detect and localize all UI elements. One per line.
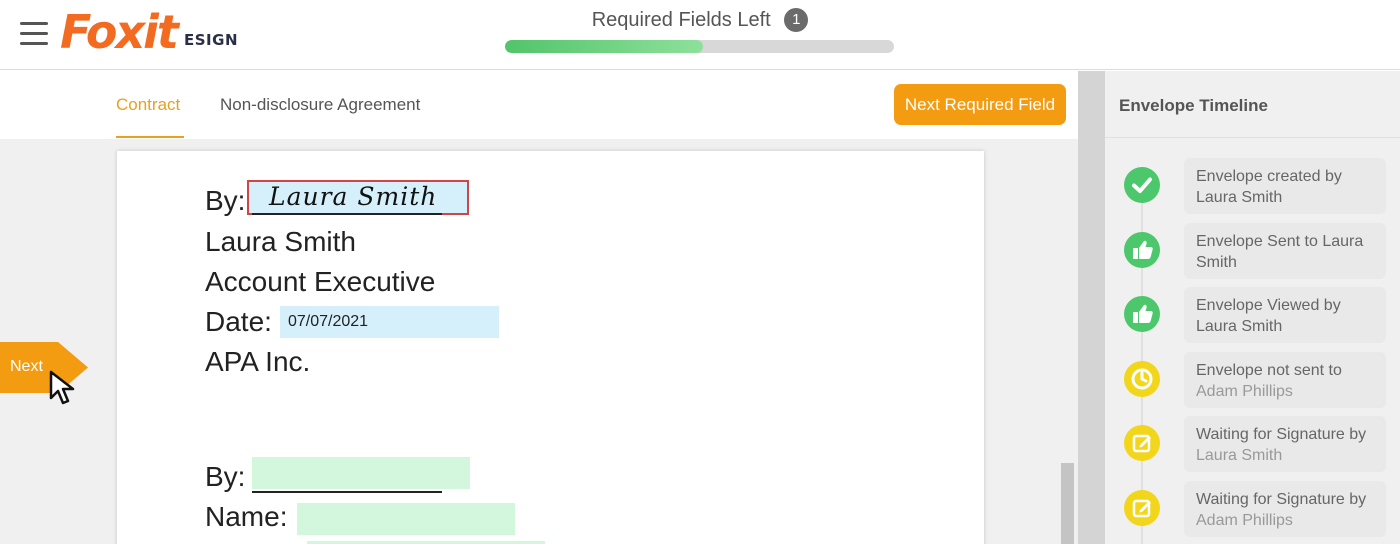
clock-icon	[1124, 361, 1160, 397]
timeline-card: Envelope not sent to Adam Phillips	[1184, 352, 1386, 408]
date-value: 07/07/2021	[288, 313, 369, 330]
timeline-subtext: Laura Smith	[1196, 318, 1283, 335]
progress-title: Required Fields Left 1	[505, 8, 895, 32]
timeline-subtext: Laura Smith	[1196, 189, 1283, 206]
active-tab-indicator	[116, 136, 184, 138]
envelope-timeline-panel: Envelope Timeline Envelope created by La…	[1105, 71, 1400, 544]
signer-name: Laura Smith	[205, 226, 356, 257]
timeline-subtext: Adam Phillips	[1196, 512, 1293, 529]
timeline-card: Waiting for Signature by Laura Smith	[1184, 416, 1386, 472]
timeline-item: Waiting for Signature by Laura Smith	[1105, 416, 1400, 472]
edit-icon	[1124, 425, 1160, 461]
timeline-card: Envelope created by Laura Smith	[1184, 158, 1386, 214]
by-label: By:	[205, 185, 246, 216]
progress-bar	[505, 40, 894, 53]
tab-contract[interactable]: Contract	[116, 95, 180, 115]
timeline-item: Envelope Sent to Laura Smith	[1105, 223, 1400, 279]
next-flag-label: Next	[10, 358, 43, 375]
thumbs-up-icon	[1124, 296, 1160, 332]
edit-icon	[1124, 490, 1160, 526]
timeline-subtext: Smith	[1196, 254, 1237, 271]
logo-wordmark: Foxit	[60, 5, 179, 59]
date-label: Date:	[205, 306, 272, 337]
timeline-item: Waiting for Signature by Adam Phillips	[1105, 481, 1400, 537]
required-fields-progress: Required Fields Left 1	[505, 6, 895, 56]
timeline-text: Envelope Sent to Laura	[1196, 233, 1364, 250]
timeline-header: Envelope Timeline	[1105, 71, 1400, 138]
vertical-scrollbar[interactable]	[1078, 71, 1105, 544]
company-name: APA Inc.	[205, 346, 311, 377]
document-viewer[interactable]: By: Laura Smith Laura Smith Account Exec…	[0, 139, 1078, 544]
timeline-title: Envelope Timeline	[1119, 96, 1268, 115]
name-field-2[interactable]	[297, 503, 515, 535]
timeline-card: Waiting for Signature by Adam Phillips	[1184, 481, 1386, 537]
app-root: Foxit ESIGN Required Fields Left 1 Contr…	[0, 0, 1400, 544]
next-required-field-button[interactable]: Next Required Field	[894, 84, 1066, 125]
menu-line	[20, 32, 48, 35]
hamburger-menu-icon[interactable]	[20, 22, 48, 46]
timeline-subtext: Adam Phillips	[1196, 383, 1293, 400]
mouse-cursor-icon	[49, 370, 75, 405]
timeline-card: Envelope Viewed by Laura Smith	[1184, 287, 1386, 343]
scrollbar-thumb[interactable]	[1061, 463, 1074, 544]
timeline-card: Envelope Sent to Laura Smith	[1184, 223, 1386, 279]
signature-field-2[interactable]	[252, 457, 470, 489]
thumbs-up-icon	[1124, 232, 1160, 268]
timeline-text: Envelope created by	[1196, 168, 1342, 185]
timeline-text: Waiting for Signature by	[1196, 426, 1367, 443]
timeline-text: Envelope not sent to	[1196, 362, 1342, 379]
menu-line	[20, 42, 48, 45]
tab-non-disclosure-agreement[interactable]: Non-disclosure Agreement	[220, 95, 420, 115]
check-icon	[1124, 167, 1160, 203]
date-field[interactable]: 07/07/2021	[280, 306, 499, 338]
signature-line	[252, 213, 442, 215]
menu-line	[20, 22, 48, 25]
name-label-2: Name:	[205, 501, 288, 532]
timeline-item: Envelope created by Laura Smith	[1105, 158, 1400, 214]
signature-field[interactable]: Laura Smith	[247, 180, 469, 215]
timeline-item: Envelope not sent to Adam Phillips	[1105, 352, 1400, 408]
timeline-item: Envelope Viewed by Laura Smith	[1105, 287, 1400, 343]
progress-bar-fill	[505, 40, 704, 53]
timeline-subtext: Laura Smith	[1196, 447, 1283, 464]
document-header: Contract Non-disclosure Agreement Next R…	[0, 71, 1078, 139]
logo-subtitle: ESIGN	[184, 31, 238, 49]
signature-value: Laura Smith	[269, 182, 438, 211]
signer-title: Account Executive	[205, 266, 436, 297]
top-bar: Foxit ESIGN Required Fields Left 1	[0, 0, 1400, 70]
by-label-2: By:	[205, 461, 246, 492]
document-page: By: Laura Smith Laura Smith Account Exec…	[117, 151, 984, 544]
signature-line-2	[252, 491, 442, 493]
required-count-badge: 1	[784, 8, 809, 32]
progress-label: Required Fields Left	[591, 8, 771, 31]
timeline-text: Waiting for Signature by	[1196, 491, 1367, 508]
timeline-text: Envelope Viewed by	[1196, 297, 1341, 314]
